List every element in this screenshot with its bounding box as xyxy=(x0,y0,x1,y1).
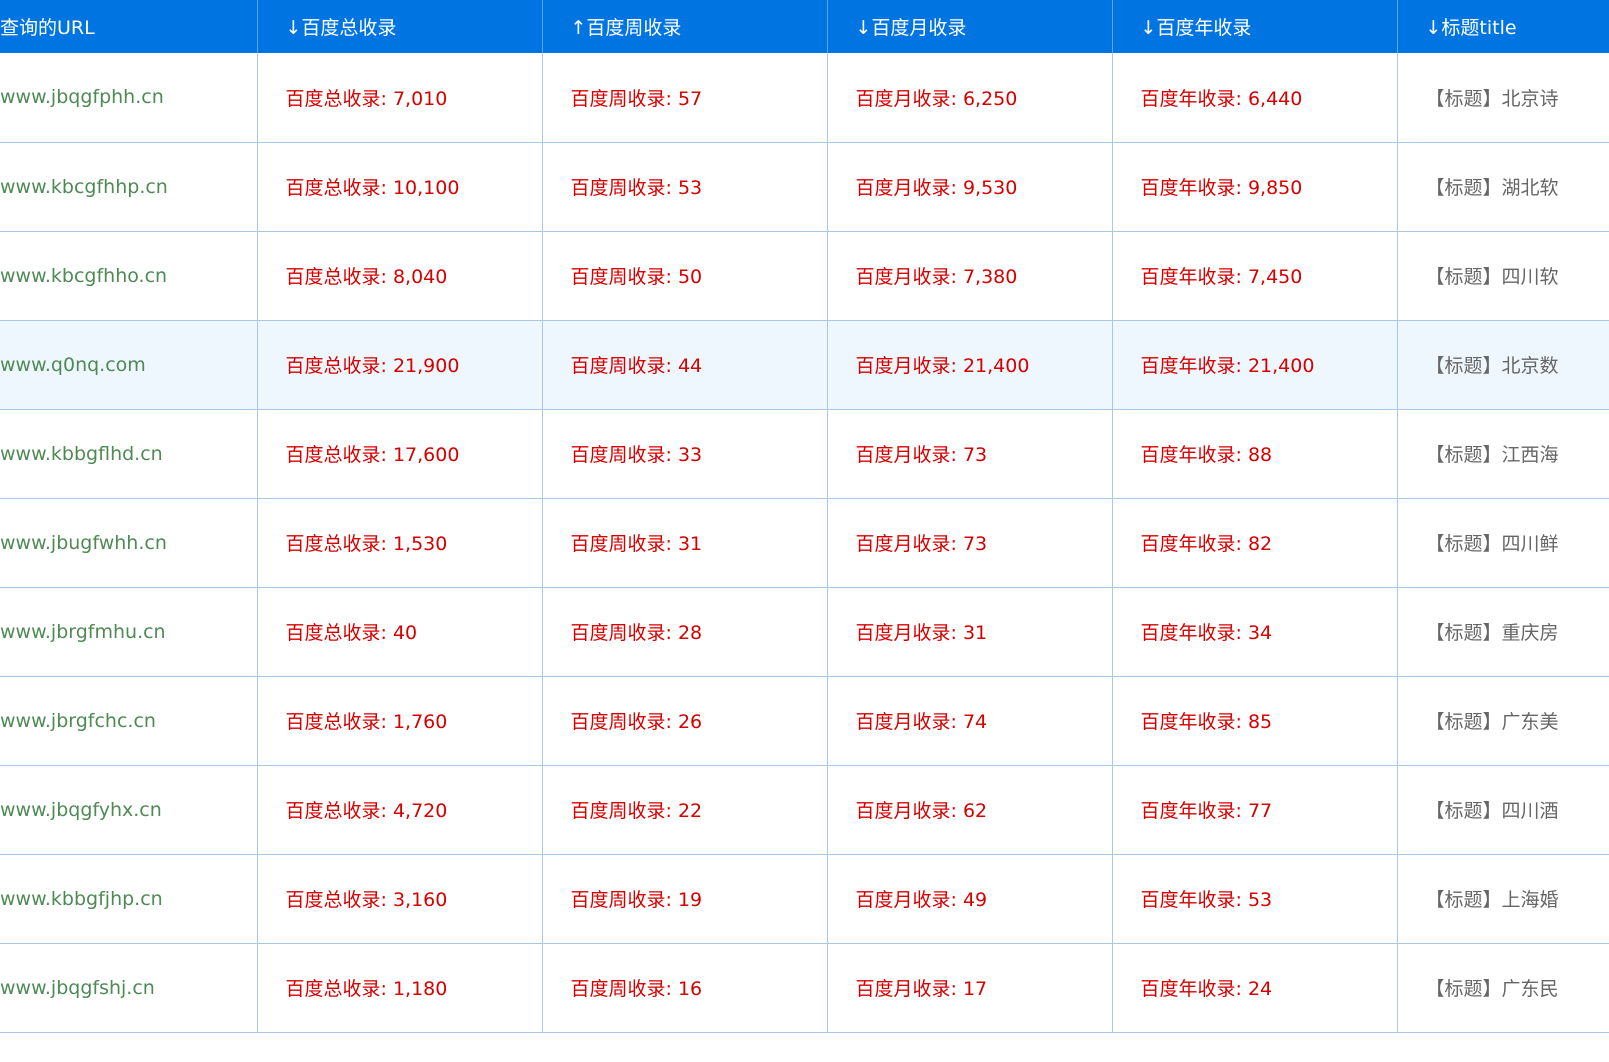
total-index-cell: 百度总收录: 8,040 xyxy=(256,230,543,321)
table-row: www.jbugfwhh.cn 百度总收录: 1,530 百度周收录: 31 百… xyxy=(0,497,1609,588)
title-cell: 【标题】北京数 xyxy=(1396,319,1609,410)
week-index-cell: 百度周收录: 50 xyxy=(541,230,828,321)
title-cell: 【标题】湖北软 xyxy=(1396,141,1609,232)
title-cell: 【标题】北京诗 xyxy=(1396,53,1609,143)
total-index-cell: 百度总收录: 17,600 xyxy=(256,408,543,499)
month-index-cell: 百度月收录: 74 xyxy=(826,675,1113,766)
month-index-cell: 百度月收录: 21,400 xyxy=(826,319,1113,410)
year-index-cell: 百度年收录: 21,400 xyxy=(1111,319,1398,410)
title-cell: 【标题】广东美 xyxy=(1396,675,1609,766)
title-cell: 【标题】四川鲜 xyxy=(1396,497,1609,588)
year-index-cell: 百度年收录: 85 xyxy=(1111,675,1398,766)
column-header-year-index[interactable]: ↓百度年收录 xyxy=(1112,0,1398,53)
month-index-cell: 百度月收录: 17 xyxy=(826,942,1113,1033)
title-cell: 【标题】江西海 xyxy=(1396,408,1609,499)
month-index-cell: 百度月收录: 9,530 xyxy=(826,141,1113,232)
year-index-cell: 百度年收录: 6,440 xyxy=(1111,53,1398,143)
month-index-cell: 百度月收录: 31 xyxy=(826,586,1113,677)
month-index-cell: 百度月收录: 7,380 xyxy=(826,230,1113,321)
month-index-cell: 百度月收录: 6,250 xyxy=(826,53,1113,143)
table-row: www.jbqgfphh.cn 百度总收录: 7,010 百度周收录: 57 百… xyxy=(0,53,1609,143)
year-index-cell: 百度年收录: 82 xyxy=(1111,497,1398,588)
url-cell[interactable]: www.kbcgfhho.cn xyxy=(0,230,258,321)
total-index-cell: 百度总收录: 40 xyxy=(256,586,543,677)
url-cell[interactable]: www.kbcgfhhp.cn xyxy=(0,141,258,232)
table-row: www.jbrgfchc.cn 百度总收录: 1,760 百度周收录: 26 百… xyxy=(0,675,1609,766)
week-index-cell: 百度周收录: 22 xyxy=(541,764,828,855)
title-cell: 【标题】四川酒 xyxy=(1396,764,1609,855)
url-cell[interactable]: www.jbrgfmhu.cn xyxy=(0,586,258,677)
url-cell[interactable]: www.jbqgfshj.cn xyxy=(0,942,258,1033)
week-index-cell: 百度周收录: 26 xyxy=(541,675,828,766)
table-row-hovered: www.q0nq.com 百度总收录: 21,900 百度周收录: 44 百度月… xyxy=(0,319,1609,410)
total-index-cell: 百度总收录: 1,530 xyxy=(256,497,543,588)
url-cell[interactable]: www.jbrgfchc.cn xyxy=(0,675,258,766)
table-row: www.kbbgflhd.cn 百度总收录: 17,600 百度周收录: 33 … xyxy=(0,408,1609,499)
year-index-cell: 百度年收录: 53 xyxy=(1111,853,1398,944)
results-table-container: 查询的URL ↓百度总收录 ↑百度周收录 ↓百度月收录 ↓百度年收录 ↓标题ti… xyxy=(0,0,1609,1062)
url-cell[interactable]: www.jbugfwhh.cn xyxy=(0,497,258,588)
week-index-cell: 百度周收录: 31 xyxy=(541,497,828,588)
week-index-cell: 百度周收录: 57 xyxy=(541,53,828,143)
title-cell: 【标题】四川软 xyxy=(1396,230,1609,321)
url-cell[interactable]: www.kbbgflhd.cn xyxy=(0,408,258,499)
week-index-cell: 百度周收录: 19 xyxy=(541,853,828,944)
table-header-row: 查询的URL ↓百度总收录 ↑百度周收录 ↓百度月收录 ↓百度年收录 ↓标题ti… xyxy=(0,0,1609,53)
month-index-cell: 百度月收录: 73 xyxy=(826,408,1113,499)
column-header-url[interactable]: 查询的URL xyxy=(0,0,258,53)
total-index-cell: 百度总收录: 10,100 xyxy=(256,141,543,232)
year-index-cell: 百度年收录: 34 xyxy=(1111,586,1398,677)
total-index-cell: 百度总收录: 21,900 xyxy=(256,319,543,410)
url-cell[interactable]: www.kbbgfjhp.cn xyxy=(0,853,258,944)
year-index-cell: 百度年收录: 24 xyxy=(1111,942,1398,1033)
year-index-cell: 百度年收录: 88 xyxy=(1111,408,1398,499)
total-index-cell: 百度总收录: 1,760 xyxy=(256,675,543,766)
year-index-cell: 百度年收录: 9,850 xyxy=(1111,141,1398,232)
title-cell: 【标题】重庆房 xyxy=(1396,586,1609,677)
url-cell[interactable]: www.q0nq.com xyxy=(0,319,258,410)
title-cell: 【标题】广东民 xyxy=(1396,942,1609,1033)
year-index-cell: 百度年收录: 77 xyxy=(1111,764,1398,855)
table-row: www.jbqgfshj.cn 百度总收录: 1,180 百度周收录: 16 百… xyxy=(0,942,1609,1033)
column-header-total-index[interactable]: ↓百度总收录 xyxy=(257,0,543,53)
week-index-cell: 百度周收录: 44 xyxy=(541,319,828,410)
year-index-cell: 百度年收录: 7,450 xyxy=(1111,230,1398,321)
table-row: www.kbcgfhhp.cn 百度总收录: 10,100 百度周收录: 53 … xyxy=(0,141,1609,232)
table-row: www.kbbgfjhp.cn 百度总收录: 3,160 百度周收录: 19 百… xyxy=(0,853,1609,944)
title-cell: 【标题】上海婚 xyxy=(1396,853,1609,944)
table-row: www.jbrgfmhu.cn 百度总收录: 40 百度周收录: 28 百度月收… xyxy=(0,586,1609,677)
week-index-cell: 百度周收录: 33 xyxy=(541,408,828,499)
column-header-title[interactable]: ↓标题title xyxy=(1397,0,1609,53)
column-header-month-index[interactable]: ↓百度月收录 xyxy=(827,0,1113,53)
month-index-cell: 百度月收录: 49 xyxy=(826,853,1113,944)
total-index-cell: 百度总收录: 1,180 xyxy=(256,942,543,1033)
week-index-cell: 百度周收录: 16 xyxy=(541,942,828,1033)
week-index-cell: 百度周收录: 28 xyxy=(541,586,828,677)
total-index-cell: 百度总收录: 3,160 xyxy=(256,853,543,944)
total-index-cell: 百度总收录: 7,010 xyxy=(256,53,543,143)
column-header-week-index[interactable]: ↑百度周收录 xyxy=(542,0,828,53)
total-index-cell: 百度总收录: 4,720 xyxy=(256,764,543,855)
baidu-index-table: 查询的URL ↓百度总收录 ↑百度周收录 ↓百度月收录 ↓百度年收录 ↓标题ti… xyxy=(0,0,1609,1033)
url-cell[interactable]: www.jbqgfyhx.cn xyxy=(0,764,258,855)
url-cell[interactable]: www.jbqgfphh.cn xyxy=(0,53,258,143)
month-index-cell: 百度月收录: 73 xyxy=(826,497,1113,588)
table-row: www.kbcgfhho.cn 百度总收录: 8,040 百度周收录: 50 百… xyxy=(0,230,1609,321)
month-index-cell: 百度月收录: 62 xyxy=(826,764,1113,855)
week-index-cell: 百度周收录: 53 xyxy=(541,141,828,232)
table-row: www.jbqgfyhx.cn 百度总收录: 4,720 百度周收录: 22 百… xyxy=(0,764,1609,855)
